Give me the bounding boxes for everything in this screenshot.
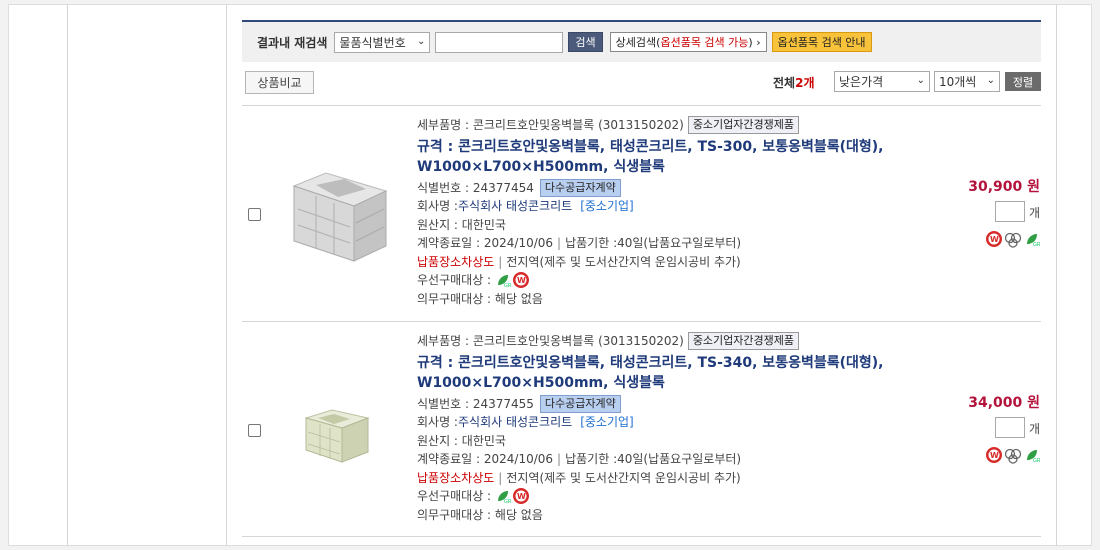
certification-icons: W GR (985, 230, 1041, 248)
delivery-region-label: 납품장소차상도 (417, 470, 495, 485)
green-product-icon: GR (495, 488, 512, 505)
svg-text:GR: GR (1033, 458, 1041, 464)
svg-text:W: W (517, 492, 526, 501)
refine-search-bar: 결과내 재검색 물품식별번호 ⌄ 검색 상세검색(옵션품목 검색 가능) › 옵… (242, 20, 1041, 62)
chevron-down-icon: ⌄ (986, 75, 995, 86)
page-size-value: 10개씩 (939, 75, 977, 89)
certification-icons: W GR (985, 446, 1041, 464)
detail-search-button[interactable]: 상세검색(옵션품목 검색 가능) › (609, 32, 767, 52)
quantity-input[interactable] (995, 417, 1025, 438)
search-results-area: 결과내 재검색 물품식별번호 ⌄ 검색 상세검색(옵션품목 검색 가능) › 옵… (242, 4, 1041, 550)
excellence-w-icon: W (513, 488, 530, 505)
divider: | (498, 470, 503, 485)
green-product-icon: GR (1024, 447, 1041, 464)
quantity-input[interactable] (995, 201, 1025, 222)
svg-text:GR: GR (1033, 242, 1041, 248)
product-row: 세부품명 : 콘크리트호안및옹벽블록 (3013150202) 중소기업자간경쟁제… (242, 321, 1041, 537)
delivery-region: 전지역(제주 및 도서산간지역 운임시공비 추가) (506, 470, 741, 485)
svg-text:W: W (990, 451, 999, 460)
chevron-down-icon: ⌄ (916, 75, 925, 86)
left-column-divider (67, 4, 68, 546)
total-count-value: 2개 (795, 76, 815, 90)
product-price: 30,900 원 (968, 179, 1040, 195)
results-toolbar: 상품비교 전체2개 낮은가격 ⌄ 10개씩 ⌄ 정렬 (242, 70, 1041, 96)
delivery-deadline: 납품기한 :40일(납품요구일로부터) (565, 236, 742, 250)
product-checkbox[interactable] (248, 208, 261, 221)
delivery-deadline: 납품기한 :40일(납품요구일로부터) (565, 452, 742, 466)
multi-supplier-tag: 다수공급자계약 (539, 394, 621, 413)
priority-purchase-label: 우선구매대상 : (417, 489, 492, 503)
mandatory-purchase: 의무구매대상 : 해당 없음 (417, 507, 543, 522)
excellence-w-icon: W (513, 272, 530, 289)
total-count: 전체2개 (773, 74, 814, 91)
company-name[interactable]: 주식회사 태성콘크리트 (458, 197, 572, 216)
refine-search-title: 결과내 재검색 (257, 35, 328, 50)
delivery-region-label: 납품장소차상도 (417, 254, 495, 269)
excellence-w-icon: W (986, 447, 1002, 463)
contract-end-date: 계약종료일 : 2024/10/06 (417, 236, 554, 250)
detail-search-label: 상세검색( (615, 36, 661, 49)
search-input[interactable] (435, 31, 564, 53)
divider: | (557, 452, 562, 466)
svg-text:W: W (990, 235, 999, 244)
svg-text:W: W (517, 276, 526, 285)
priority-purchase-label: 우선구매대상 : (417, 273, 492, 287)
certification-icon (1004, 232, 1022, 248)
delivery-region: 전지역(제주 및 도서산간지역 운임시공비 추가) (506, 254, 741, 269)
search-field-select-value: 물품식별번호 (339, 35, 406, 50)
product-image (292, 172, 388, 262)
company-type: [중소기업] (580, 199, 634, 213)
product-category: 세부품명 : 콘크리트호안및옹벽블록 (3013150202) (417, 118, 684, 132)
product-image (304, 409, 370, 463)
detail-search-suffix: ) › (748, 35, 761, 49)
sort-order-value: 낮은가격 (839, 75, 884, 89)
option-guide-button[interactable]: 옵션품목 검색 안내 (771, 32, 872, 52)
quantity-unit: 개 (1028, 206, 1040, 220)
company-name[interactable]: 주식회사 태성콘크리트 (458, 413, 572, 432)
search-field-select[interactable]: 물품식별번호 ⌄ (334, 31, 431, 53)
sme-competition-tag: 중소기업자간경쟁제품 (687, 116, 800, 135)
search-button[interactable]: 검색 (568, 32, 603, 52)
company-label: 회사명 : (417, 415, 458, 429)
green-product-icon: GR (1024, 231, 1041, 248)
product-info: 세부품명 : 콘크리트호안및옹벽블록 (3013150202) 중소기업자간경쟁제… (417, 332, 897, 524)
sort-order-select[interactable]: 낮은가격 ⌄ (834, 71, 930, 92)
product-spec-link[interactable]: 규격 : 콘크리트호안및옹벽블록, 태성콘크리트, TS-340, 보통옹벽블록… (417, 353, 897, 393)
company-type: [중소기업] (580, 415, 634, 429)
product-spec-link[interactable]: 규격 : 콘크리트호안및옹벽블록, 태성콘크리트, TS-300, 보통옹벽블록… (417, 137, 897, 177)
green-product-icon: GR (495, 272, 512, 289)
sort-button[interactable]: 정렬 (1005, 72, 1041, 91)
compare-button[interactable]: 상품비교 (245, 71, 314, 94)
chevron-down-icon: ⌄ (417, 35, 426, 47)
product-checkbox[interactable] (248, 424, 261, 437)
contract-end-date: 계약종료일 : 2024/10/06 (417, 452, 554, 466)
product-row: 세부품명 : 콘크리트호안및옹벽블록 (3013150202) 중소기업자간경쟁제… (242, 105, 1041, 321)
product-price: 34,000 원 (968, 395, 1040, 411)
page-size-select[interactable]: 10개씩 ⌄ (934, 71, 1000, 92)
right-column-divider (1056, 4, 1057, 546)
divider: | (557, 236, 562, 250)
sidebar-divider (226, 4, 227, 546)
sme-competition-tag: 중소기업자간경쟁제품 (687, 332, 800, 351)
quantity-unit: 개 (1028, 422, 1040, 436)
svg-text:GR: GR (504, 499, 512, 505)
product-category: 세부품명 : 콘크리트호안및옹벽블록 (3013150202) (417, 334, 684, 348)
svg-text:GR: GR (504, 283, 512, 289)
product-info: 세부품명 : 콘크리트호안및옹벽블록 (3013150202) 중소기업자간경쟁제… (417, 116, 897, 308)
total-label: 전체 (773, 76, 796, 90)
mandatory-purchase: 의무구매대상 : 해당 없음 (417, 291, 543, 306)
origin: 원산지 : 대한민국 (417, 433, 506, 448)
product-id: 식별번호 : 24377455 (417, 396, 534, 411)
certification-icon (1004, 448, 1022, 464)
excellence-w-icon: W (986, 231, 1002, 247)
detail-search-option-label: 옵션품목 검색 가능 (660, 36, 749, 49)
divider: | (498, 254, 503, 269)
multi-supplier-tag: 다수공급자계약 (539, 178, 621, 197)
product-id: 식별번호 : 24377454 (417, 180, 534, 195)
company-label: 회사명 : (417, 199, 458, 213)
origin: 원산지 : 대한민국 (417, 217, 506, 232)
